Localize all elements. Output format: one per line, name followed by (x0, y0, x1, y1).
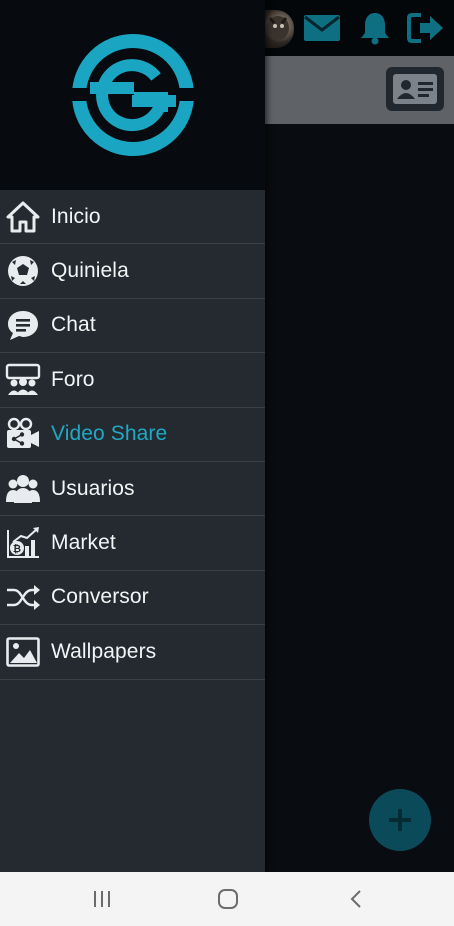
menu-item-usuarios[interactable]: Usuarios (0, 462, 265, 517)
shuffle-icon (5, 579, 41, 615)
menu-item-conversor[interactable]: Conversor (0, 571, 265, 626)
image-icon (5, 634, 41, 670)
menu-item-label: Wallpapers (51, 639, 157, 663)
home-circle-icon[interactable] (208, 883, 248, 915)
menu-item-label: Usuarios (51, 476, 135, 500)
menu-item-label: Market (51, 531, 116, 555)
soccer-ball-icon (5, 253, 41, 289)
menu-item-inicio[interactable]: Inicio (0, 190, 265, 245)
mail-icon[interactable] (302, 8, 342, 48)
navigation-drawer: Inicio Quiniela Chat Foro Video Share Us… (0, 0, 265, 872)
sg-logo-icon (69, 34, 196, 156)
menu-item-quiniela[interactable]: Quiniela (0, 244, 265, 299)
system-nav-bar (0, 872, 454, 926)
app-screen: Inicio Quiniela Chat Foro Video Share Us… (0, 0, 454, 926)
logout-icon[interactable] (406, 8, 446, 48)
drawer-menu: Inicio Quiniela Chat Foro Video Share Us… (0, 190, 265, 680)
menu-item-video-share[interactable]: Video Share (0, 408, 265, 462)
menu-item-label: Inicio (51, 204, 101, 228)
menu-item-label: Foro (51, 367, 95, 391)
app-content-area (264, 124, 454, 872)
chat-bubble-icon (5, 307, 41, 343)
users-icon (5, 471, 41, 507)
contact-card-icon (393, 74, 437, 104)
menu-item-label: Conversor (51, 585, 149, 609)
contact-card-button[interactable] (386, 67, 444, 111)
svg-text:₿: ₿ (13, 543, 21, 555)
recents-icon[interactable] (82, 883, 122, 915)
forum-group-icon (5, 362, 41, 398)
menu-item-market[interactable]: ₿ Market (0, 516, 265, 571)
home-icon (5, 199, 41, 235)
menu-item-label: Chat (51, 313, 96, 337)
bell-icon[interactable] (355, 8, 395, 48)
add-button[interactable] (369, 789, 431, 851)
menu-item-label: Video Share (51, 422, 168, 446)
back-icon[interactable] (336, 883, 376, 915)
plus-icon (389, 809, 411, 831)
menu-item-wallpapers[interactable]: Wallpapers (0, 625, 265, 680)
video-camera-share-icon (5, 416, 41, 452)
menu-item-label: Quiniela (51, 259, 129, 283)
menu-item-chat[interactable]: Chat (0, 299, 265, 354)
menu-item-foro[interactable]: Foro (0, 353, 265, 408)
drawer-header (0, 0, 265, 190)
bitcoin-chart-icon: ₿ (5, 525, 41, 561)
user-avatar[interactable] (262, 10, 294, 48)
